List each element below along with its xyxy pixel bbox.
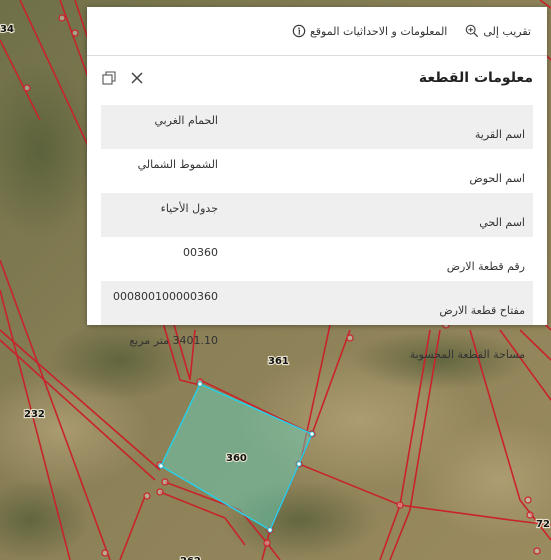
close-icon[interactable]	[129, 70, 145, 86]
zoom-to-label: تقريب إلى	[483, 24, 531, 38]
info-icon	[292, 24, 306, 38]
table-row: اسم القرية الحمام الغربي	[101, 105, 533, 149]
location-info-label: المعلومات و الاحداثيات الموقع	[309, 24, 448, 38]
attr-value: جدول الأحياء	[160, 202, 218, 215]
table-row: اسم الحي جدول الأحياء	[101, 193, 533, 237]
parcel-info-popup: تقريب إلى المعلومات و الاحداثيات الموقع …	[87, 7, 547, 361]
attr-key: مفتاح قطعة الارض	[327, 281, 533, 325]
parcel-attributes-table: اسم القرية الحمام الغربي اسم الحوض الشمو…	[101, 105, 533, 369]
location-info-button[interactable]: المعلومات و الاحداثيات الموقع	[292, 24, 447, 38]
attr-value: 3401.10 متر مربع	[129, 334, 218, 347]
parcel-label-232: 232	[24, 409, 45, 420]
table-row: مساحة القطعة المحسوبة 3401.10 متر مربع	[101, 325, 533, 369]
parcel-label-72: 72	[536, 519, 550, 530]
attr-key: اسم الحي	[327, 193, 533, 237]
zoom-in-icon	[466, 24, 479, 38]
table-row: اسم الحوض الشموط الشمالي	[101, 149, 533, 193]
attr-value: 000800100000360	[113, 290, 218, 303]
dock-icon[interactable]	[101, 70, 117, 86]
attr-key: رقم قطعة الارض	[446, 260, 525, 273]
attr-key: اسم القرية	[327, 105, 533, 149]
attr-key: اسم الحوض	[469, 172, 525, 185]
table-row: مفتاح قطعة الارض 000800100000360	[101, 281, 533, 325]
popup-action-bar: تقريب إلى المعلومات و الاحداثيات الموقع	[87, 7, 547, 56]
popup-header: معلومات القطعة	[87, 56, 547, 100]
attr-value: 00360	[183, 246, 218, 259]
parcel-label-262: 262	[180, 556, 201, 560]
attr-value: الحمام الغربي	[154, 114, 218, 127]
popup-title: معلومات القطعة	[418, 70, 533, 86]
parcel-label-34: 34	[0, 24, 14, 35]
attr-value: الشموط الشمالي	[137, 158, 218, 171]
parcel-label-360: 360	[226, 453, 247, 464]
zoom-to-button[interactable]: تقريب إلى	[465, 24, 531, 38]
attr-key: مساحة القطعة المحسوبة	[409, 348, 525, 361]
table-row: رقم قطعة الارض 00360	[101, 237, 533, 281]
popup-header-controls	[101, 70, 145, 86]
